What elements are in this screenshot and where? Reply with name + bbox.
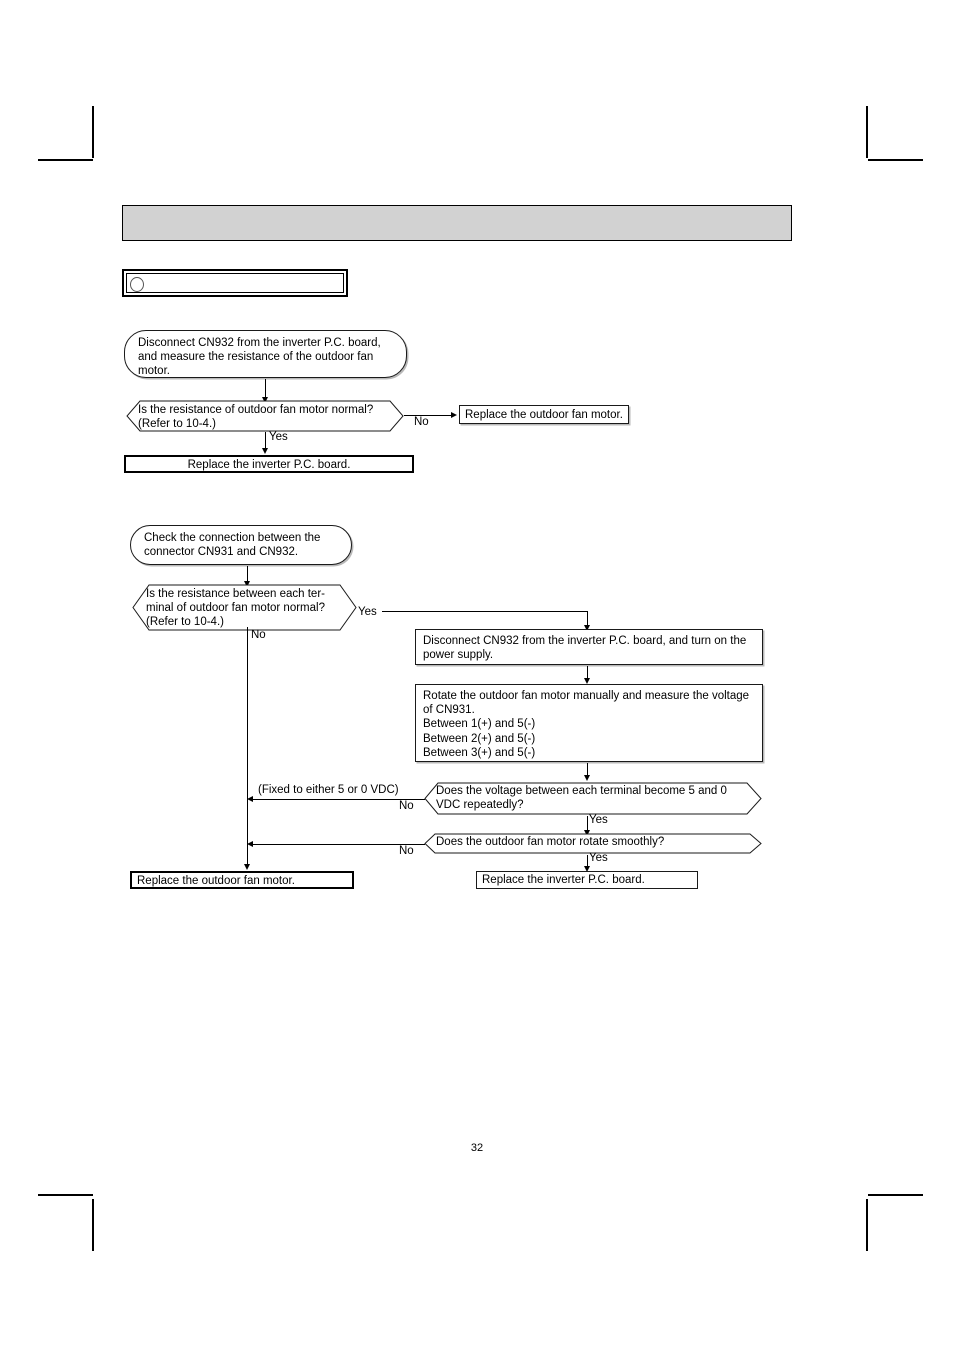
flow2-process1-line-2: power supply. bbox=[423, 649, 494, 662]
section-label-box-inner bbox=[126, 273, 344, 293]
flow2-process1-box: Disconnect CN932 from the inverter P.C. … bbox=[415, 629, 763, 665]
crop-mark-top-left-horizontal bbox=[38, 159, 93, 161]
flow2-connector-decision2-yes bbox=[587, 816, 588, 831]
flow2-result-left-text: Replace the outdoor fan motor. bbox=[137, 875, 295, 887]
flow2-result-right-text: Replace the inverter P.C. board. bbox=[482, 874, 645, 886]
flow2-edge-label-decision1-no: No bbox=[251, 629, 266, 641]
flow2-start-line-2: connector CN931 and CN932. bbox=[144, 546, 299, 559]
flow2-process2-line-5: Between 3(+) and 5(-) bbox=[423, 746, 536, 759]
flow2-decision2-text: Does the voltage between each terminal b… bbox=[436, 784, 750, 812]
page-number: 32 bbox=[470, 1142, 484, 1154]
flow2-decision1-line-3: (Refer to 10-4.) bbox=[146, 616, 224, 629]
crop-mark-bottom-left-vertical bbox=[92, 1199, 94, 1251]
flow2-connector-start-to-decision1 bbox=[247, 566, 248, 582]
flow2-decision1-text: Is the resistance between each ter- mina… bbox=[146, 587, 344, 630]
crop-mark-bottom-left-horizontal bbox=[38, 1194, 93, 1196]
flow1-start-terminator: Disconnect CN932 from the inverter P.C. … bbox=[124, 330, 407, 378]
flow2-arrowhead-decision3-no bbox=[247, 841, 253, 847]
flow2-connector-yes-horizontal bbox=[382, 611, 588, 612]
flow2-note-fixed-voltage: (Fixed to either 5 or 0 VDC) bbox=[258, 784, 399, 796]
flow2-connector-no-trunk bbox=[247, 627, 248, 867]
flow2-arrowhead-decision2-no bbox=[247, 796, 253, 802]
flow2-process2-line-1: Rotate the outdoor fan motor manually an… bbox=[423, 690, 750, 702]
crop-mark-top-right-horizontal bbox=[868, 159, 923, 161]
document-page: Disconnect CN932 from the inverter P.C. … bbox=[0, 0, 954, 1353]
flow2-decision3-hexagon: Does the outdoor fan motor rotate smooth… bbox=[424, 833, 762, 854]
flow1-decision-hexagon: Is the resistance of outdoor fan motor n… bbox=[126, 400, 404, 432]
section-header-bar bbox=[122, 205, 792, 241]
flow1-edge-label-no: No bbox=[414, 416, 429, 428]
flow1-result-no-box: Replace the outdoor fan motor. bbox=[459, 405, 629, 424]
flow1-connector-yes bbox=[265, 432, 266, 449]
flow1-decision-line-1: Is the resistance of outdoor fan motor n… bbox=[138, 404, 374, 416]
flow2-decision3-text: Does the outdoor fan motor rotate smooth… bbox=[436, 836, 665, 848]
flow2-decision1-line-2: minal of outdoor fan motor normal? bbox=[146, 602, 325, 615]
flow2-decision2-line-1: Does the voltage between each terminal b… bbox=[436, 785, 727, 797]
flow2-edge-label-decision2-no: No bbox=[399, 800, 414, 812]
flow1-result-no-text: Replace the outdoor fan motor. bbox=[465, 409, 623, 421]
crop-mark-bottom-right-horizontal bbox=[868, 1194, 923, 1196]
flow1-start-text: Disconnect CN932 from the inverter P.C. … bbox=[138, 337, 381, 378]
flow1-edge-label-yes: Yes bbox=[269, 431, 288, 443]
crop-mark-bottom-right-vertical bbox=[866, 1199, 868, 1251]
flow2-decision1-hexagon: Is the resistance between each ter- mina… bbox=[132, 584, 357, 631]
flow2-decision1-line-1: Is the resistance between each ter- bbox=[146, 588, 325, 600]
flow1-arrowhead-no bbox=[451, 412, 457, 418]
flow1-decision-text: Is the resistance of outdoor fan motor n… bbox=[138, 403, 390, 431]
flow1-connector-start-to-decision bbox=[265, 379, 266, 399]
section-label-box bbox=[122, 269, 348, 297]
flow1-arrowhead-yes bbox=[262, 448, 268, 454]
crop-mark-top-left-vertical bbox=[92, 106, 94, 158]
flow2-arrowhead-process2-to-decision2 bbox=[584, 775, 590, 781]
flow2-edge-label-decision3-no: No bbox=[399, 845, 414, 857]
flow1-decision-line-2: (Refer to 10-4.) bbox=[138, 418, 216, 431]
bullet-circle-icon bbox=[130, 277, 144, 292]
flow2-start-line-1: Check the connection between the bbox=[144, 532, 321, 544]
flow2-edge-label-decision3-yes: Yes bbox=[589, 852, 608, 864]
flow2-result-right-box: Replace the inverter P.C. board. bbox=[476, 871, 698, 889]
flow2-decision2-hexagon: Does the voltage between each terminal b… bbox=[424, 782, 762, 815]
flow2-process2-line-2: of CN931. bbox=[423, 704, 475, 717]
flow2-arrowhead-no-trunk bbox=[244, 864, 250, 870]
crop-mark-top-right-vertical bbox=[866, 106, 868, 158]
flow2-result-left-box: Replace the outdoor fan motor. bbox=[130, 871, 354, 889]
flow2-process1-line-1: Disconnect CN932 from the inverter P.C. … bbox=[423, 635, 747, 647]
flow2-start-terminator: Check the connection between the connect… bbox=[130, 525, 352, 565]
flow2-edge-label-decision2-yes: Yes bbox=[589, 814, 608, 826]
flow2-process2-line-3: Between 1(+) and 5(-) bbox=[423, 718, 536, 731]
flow2-decision2-line-2: VDC repeatedly? bbox=[436, 799, 524, 812]
flow2-connector-yes-vertical bbox=[587, 611, 588, 626]
flow2-process2-line-4: Between 2(+) and 5(-) bbox=[423, 732, 536, 745]
flow2-edge-label-decision1-yes: Yes bbox=[358, 606, 377, 618]
flow2-process2-box: Rotate the outdoor fan motor manually an… bbox=[415, 684, 763, 762]
flow1-result-yes-box: Replace the inverter P.C. board. bbox=[124, 455, 414, 473]
flow1-result-yes-text: Replace the inverter P.C. board. bbox=[187, 459, 351, 471]
